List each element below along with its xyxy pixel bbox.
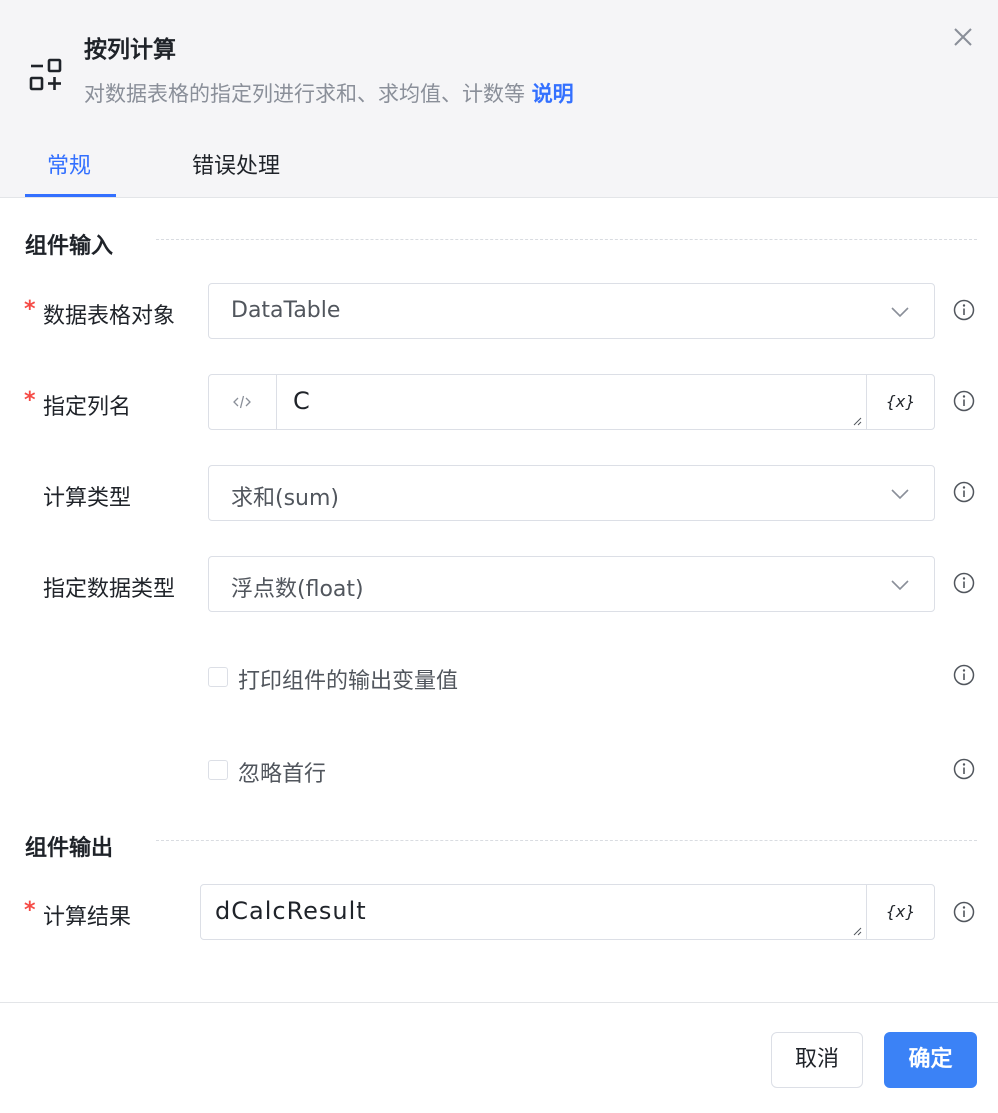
datatable-value: DataTable: [231, 298, 341, 323]
column-label: 指定列名: [43, 395, 132, 420]
code-icon: [233, 395, 251, 409]
resize-grip-icon[interactable]: [852, 416, 862, 426]
info-icon[interactable]: [953, 901, 975, 923]
skip-header-checkbox[interactable]: [208, 760, 228, 780]
required-mark: *: [24, 388, 36, 413]
active-tab-indicator: [25, 194, 116, 197]
chevron-down-icon: [891, 307, 909, 318]
result-label: 计算结果: [43, 905, 132, 930]
component-icon: [29, 58, 62, 91]
required-mark: *: [24, 297, 36, 322]
output-section-title: 组件输出: [25, 836, 114, 861]
column-input-value: C: [293, 387, 311, 415]
datatable-label: 数据表格对象: [43, 304, 176, 329]
tab-general[interactable]: 常规: [47, 148, 91, 180]
dialog-header: 按列计算 对数据表格的指定列进行求和、求均值、计数等 说明 常规 错误处理: [0, 0, 998, 198]
calc-type-label: 计算类型: [43, 486, 132, 511]
section-divider: [156, 239, 977, 240]
subtitle-text: 对数据表格的指定列进行求和、求均值、计数等: [84, 82, 525, 106]
result-input[interactable]: dCalcResult {x}: [200, 884, 935, 940]
calc-type-value: 求和(sum): [231, 486, 340, 511]
insert-variable-button[interactable]: {x}: [866, 375, 934, 429]
section-divider: [156, 840, 977, 841]
data-type-value: 浮点数(float): [231, 577, 364, 602]
calc-type-select[interactable]: 求和(sum): [208, 465, 935, 521]
datatable-select[interactable]: DataTable: [208, 283, 935, 339]
skip-header-label[interactable]: 忽略首行: [238, 756, 326, 788]
footer-divider: [0, 1002, 998, 1003]
resize-grip-icon[interactable]: [852, 926, 862, 936]
required-mark: *: [24, 898, 36, 923]
help-link[interactable]: 说明: [532, 82, 574, 106]
tab-error-handling[interactable]: 错误处理: [192, 148, 280, 180]
confirm-button[interactable]: 确定: [884, 1032, 977, 1088]
chevron-down-icon: [891, 489, 909, 500]
cancel-button[interactable]: 取消: [771, 1032, 863, 1088]
info-icon[interactable]: [953, 481, 975, 503]
dialog-title: 按列计算: [84, 37, 176, 63]
info-icon[interactable]: [953, 758, 975, 780]
info-icon[interactable]: [953, 664, 975, 686]
chevron-down-icon: [891, 580, 909, 591]
dialog-subtitle: 对数据表格的指定列进行求和、求均值、计数等 说明: [84, 78, 574, 108]
data-type-label: 指定数据类型: [43, 577, 176, 602]
print-output-label[interactable]: 打印组件的输出变量值: [238, 663, 458, 695]
data-type-select[interactable]: 浮点数(float): [208, 556, 935, 612]
insert-variable-button[interactable]: {x}: [866, 885, 934, 939]
input-section-title: 组件输入: [25, 234, 114, 259]
code-mode-button[interactable]: [209, 375, 277, 429]
column-input[interactable]: C {x}: [208, 374, 935, 430]
info-icon[interactable]: [953, 390, 975, 412]
print-output-checkbox[interactable]: [208, 667, 228, 687]
close-icon[interactable]: [950, 24, 976, 50]
result-input-value: dCalcResult: [215, 897, 367, 925]
info-icon[interactable]: [953, 299, 975, 321]
info-icon[interactable]: [953, 572, 975, 594]
